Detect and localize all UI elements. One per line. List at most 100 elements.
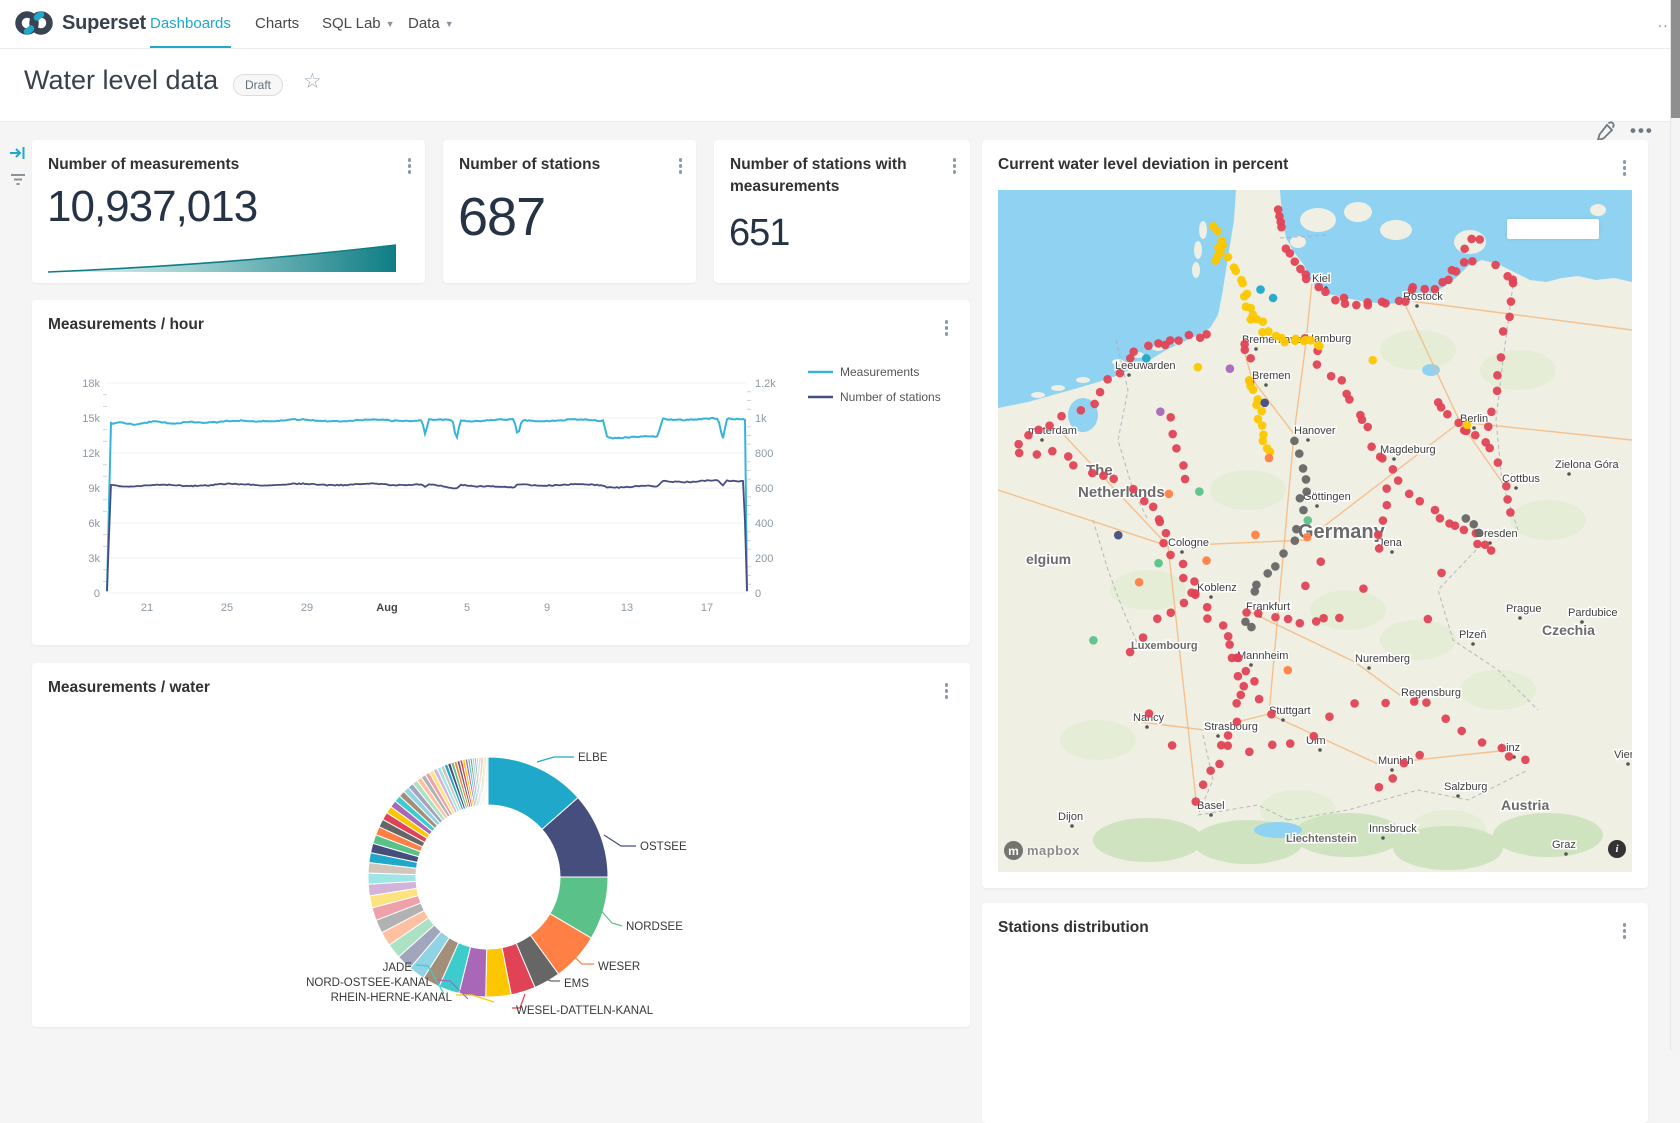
svg-text:9: 9	[544, 602, 550, 614]
legend-item[interactable]: Number of stations	[840, 390, 941, 404]
map-city-label: Kiel	[1312, 273, 1330, 285]
expand-filter-bar-icon[interactable]	[9, 144, 27, 162]
map-city-label: Pardubice	[1568, 607, 1618, 619]
map-city-label: Vien	[1614, 749, 1632, 761]
dashboard-header: Water level data Draft ☆ •••	[0, 49, 1680, 122]
kpi-title: Number of measurements	[48, 154, 239, 176]
svg-text:1.2k: 1.2k	[755, 378, 776, 390]
mapbox-attribution[interactable]: m mapbox	[1004, 841, 1080, 860]
chevron-down-icon: ▼	[386, 19, 395, 29]
svg-text:6k: 6k	[88, 518, 100, 530]
svg-text:200: 200	[755, 553, 773, 565]
brand-name: Superset	[62, 12, 146, 35]
dashboard-more-icon[interactable]: •••	[1630, 121, 1654, 141]
line-chart[interactable]: 18k 1.2k 15k 1k 12k 800 9k 600 6k 400 3k 200 0 0 21 25 2…	[32, 300, 970, 630]
map-city-label: Nuremberg	[1355, 653, 1410, 665]
map-city-label: Dijon	[1058, 811, 1083, 823]
deviation-map[interactable]: TheNetherlandsGermanyelgiumCzechiaAustri…	[998, 190, 1632, 872]
donut-label: JADE	[383, 962, 413, 974]
map-city-label: Graz	[1552, 839, 1576, 851]
map-info-icon[interactable]: i	[1608, 840, 1626, 858]
map-city-label: Munich	[1378, 755, 1413, 767]
kebab-menu-icon[interactable]	[1619, 919, 1631, 943]
donut-label: RHEIN-HERNE-KANAL	[331, 992, 453, 1004]
map-city-label: Liechtenstein	[1286, 833, 1357, 845]
nav-tab-data[interactable]: Data▼	[408, 0, 454, 47]
map-city-label: Austria	[1501, 797, 1549, 813]
map-city-label: Bremen	[1252, 370, 1291, 382]
map-city-label: Germany	[1298, 521, 1386, 543]
kebab-menu-icon[interactable]	[1619, 156, 1631, 180]
kpi-card-stations: Number of stations 687	[443, 140, 696, 283]
donut-label: WESER	[598, 961, 640, 973]
map-city-label: Plzeň	[1459, 629, 1487, 641]
map-city-label: Luxembourg	[1131, 640, 1198, 652]
svg-text:13: 13	[621, 602, 633, 614]
kpi-card-measurements: Number of measurements 10,937,013	[32, 140, 425, 283]
donut-label: NORDSEE	[626, 921, 683, 933]
legend-item[interactable]: Measurements	[840, 365, 919, 379]
superset-logo[interactable]: Superset	[14, 8, 146, 38]
donut-label: ELBE	[578, 752, 608, 764]
kpi-title: Number of stations with measurements	[730, 154, 930, 198]
svg-text:1k: 1k	[755, 413, 767, 425]
favorite-star-icon[interactable]: ☆	[303, 69, 322, 94]
kpi-card-stations-with-measurements: Number of stations with measurements 651	[714, 140, 970, 283]
svg-text:17: 17	[701, 602, 713, 614]
map-city-label: Hanover	[1294, 425, 1336, 437]
status-badge-draft: Draft	[233, 74, 283, 96]
svg-text:25: 25	[221, 602, 233, 614]
chart-title: Stations distribution	[998, 917, 1149, 939]
svg-text:0: 0	[94, 588, 100, 600]
map-city-label: Regensburg	[1401, 687, 1461, 699]
donut-label: EMS	[564, 978, 589, 990]
donut-chart[interactable]: ELBE OSTSEE NORDSEE WESER EMS WESEL-DATTELN-K…	[32, 663, 970, 1027]
svg-text:400: 400	[755, 518, 773, 530]
top-nav: Superset Dashboards Charts SQL Lab▼ Data…	[0, 0, 1680, 49]
svg-text:29: 29	[301, 602, 313, 614]
donut-chart-card: Measurements / water ELBEOSTSEENORDSEEWE…	[32, 663, 970, 1027]
map-city-label: Koblenz	[1197, 582, 1237, 594]
map-city-label: elgium	[1026, 551, 1071, 567]
filter-icon[interactable]	[9, 170, 27, 188]
map-city-label: Strasbourg	[1204, 721, 1258, 733]
mapbox-logo-icon: m	[1004, 841, 1023, 860]
stations-map-card: Stations distribution	[982, 903, 1648, 1123]
map-city-label: Mannheim	[1237, 650, 1288, 662]
scrollbar-thumb[interactable]	[1671, 0, 1680, 118]
nav-tab-sqllab[interactable]: SQL Lab▼	[322, 0, 395, 47]
svg-text:3k: 3k	[88, 553, 100, 565]
chart-title: Current water level deviation in percent	[998, 154, 1288, 176]
kpi-value: 687	[458, 186, 545, 248]
donut-label: OSTSEE	[640, 841, 687, 853]
svg-text:21: 21	[141, 602, 153, 614]
page-scrollbar[interactable]	[1670, 0, 1680, 1050]
map-city-label: Czechia	[1542, 622, 1595, 638]
donut-label: WESEL-DATTELN-KANAL	[516, 1005, 654, 1017]
kebab-menu-icon[interactable]	[949, 154, 961, 178]
map-city-label: Magdeburg	[1380, 444, 1436, 456]
kpi-title: Number of stations	[459, 154, 600, 176]
svg-text:0: 0	[755, 588, 761, 600]
stations-map[interactable]	[998, 948, 1632, 1108]
map-city-label: Innsbruck	[1369, 823, 1417, 835]
deviation-map-card: Current water level deviation in percent…	[982, 140, 1648, 888]
chevron-down-icon: ▼	[445, 19, 454, 29]
line-chart-card: Measurements / hour 18k1.2k15k1k12k8009k…	[32, 300, 970, 645]
kebab-menu-icon[interactable]	[675, 154, 687, 178]
kebab-menu-icon[interactable]	[404, 154, 416, 178]
svg-text:5: 5	[464, 602, 470, 614]
nav-tab-charts[interactable]: Charts	[255, 0, 299, 47]
kpi-sparkline	[46, 238, 411, 276]
map-city-label: Cologne	[1168, 537, 1209, 549]
map-city-label: Frankfurt	[1246, 601, 1290, 613]
svg-text:9k: 9k	[88, 483, 100, 495]
svg-text:18k: 18k	[82, 378, 100, 390]
kpi-value: 10,937,013	[47, 182, 257, 232]
svg-text:12k: 12k	[82, 448, 100, 460]
svg-text:15k: 15k	[82, 413, 100, 425]
svg-text:800: 800	[755, 448, 773, 460]
nav-tab-dashboards[interactable]: Dashboards	[150, 0, 231, 48]
svg-text:600: 600	[755, 483, 773, 495]
page-title: Water level data	[24, 65, 218, 96]
